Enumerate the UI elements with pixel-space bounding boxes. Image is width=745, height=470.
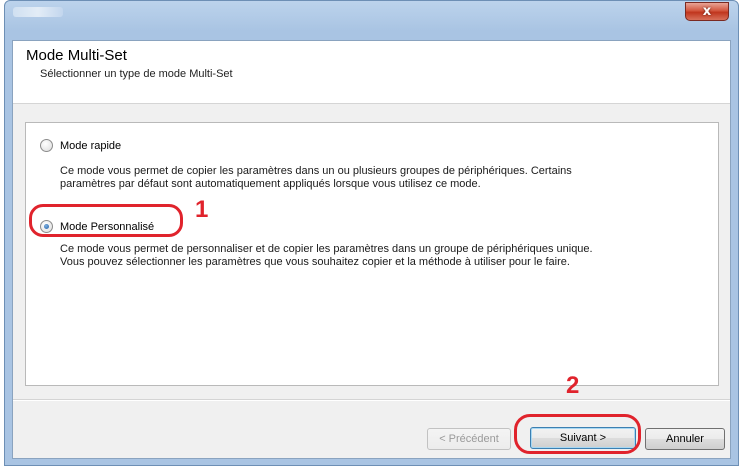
description-line: paramètres par défaut sont automatiqueme… bbox=[60, 178, 481, 190]
footer-separator bbox=[13, 399, 730, 401]
title-bar[interactable]: x bbox=[5, 1, 738, 35]
radio-label-mode-rapide[interactable]: Mode rapide bbox=[60, 140, 121, 152]
back-button[interactable]: < Précédent bbox=[427, 428, 511, 450]
page-subtitle: Sélectionner un type de mode Multi-Set bbox=[40, 68, 233, 80]
options-panel: Mode rapide Ce mode vous permet de copie… bbox=[25, 122, 719, 386]
page-title: Mode Multi-Set bbox=[26, 47, 127, 64]
back-button-label: < Précédent bbox=[439, 433, 499, 445]
cancel-button-label: Annuler bbox=[666, 433, 704, 445]
close-button[interactable]: x bbox=[685, 2, 729, 21]
description-mode-personnalise: Ce mode vous permet de personnaliser et … bbox=[60, 243, 700, 269]
description-line: Ce mode vous permet de personnaliser et … bbox=[60, 243, 593, 255]
dialog-client-area: Mode Multi-Set Sélectionner un type de m… bbox=[12, 40, 731, 459]
description-line: Ce mode vous permet de copier les paramè… bbox=[60, 165, 572, 177]
callout-step-1: 1 bbox=[195, 196, 209, 223]
wizard-header: Mode Multi-Set Sélectionner un type de m… bbox=[13, 41, 730, 104]
description-line: Vous pouvez sélectionner les paramètres … bbox=[60, 256, 570, 268]
callout-step-2: 2 bbox=[566, 372, 580, 399]
close-icon: x bbox=[702, 4, 712, 19]
description-mode-rapide: Ce mode vous permet de copier les paramè… bbox=[60, 165, 700, 191]
highlight-ring-step-2 bbox=[514, 414, 641, 454]
highlight-ring-step-1 bbox=[29, 204, 183, 237]
cancel-button[interactable]: Annuler bbox=[645, 428, 725, 450]
radio-unchecked-icon[interactable] bbox=[40, 139, 53, 152]
radio-mode-rapide[interactable]: Mode rapide bbox=[40, 139, 121, 152]
window-title-blurred bbox=[13, 7, 63, 17]
